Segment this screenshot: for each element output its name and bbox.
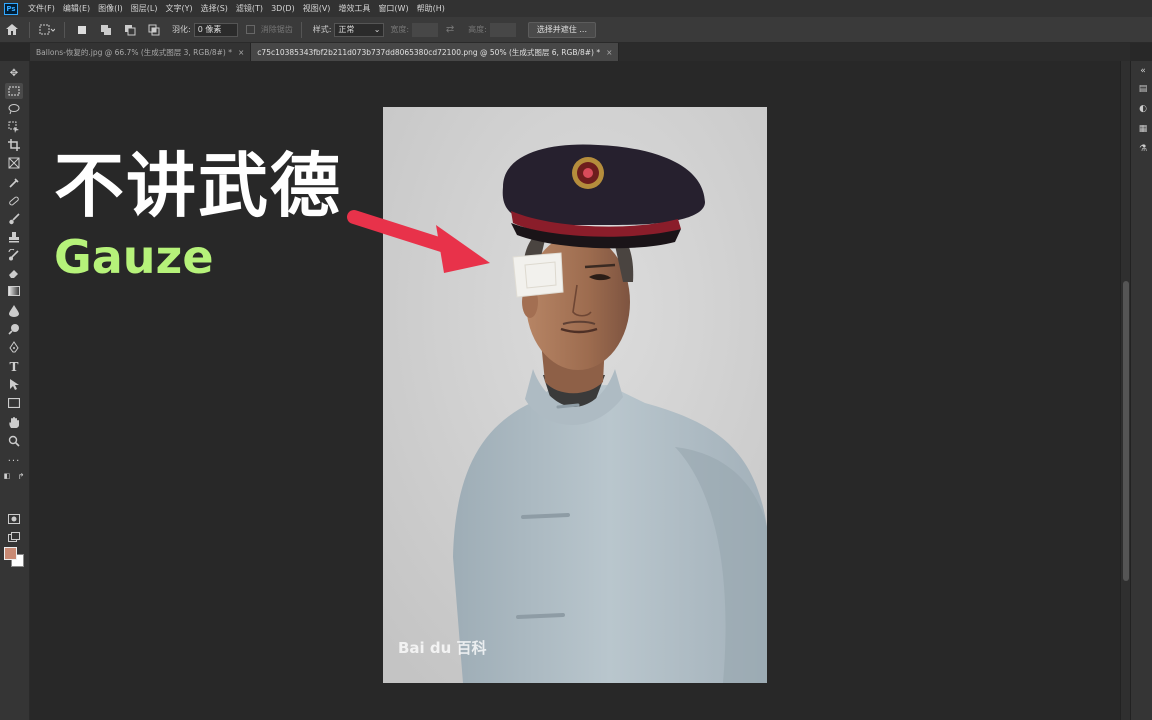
tab-document-1[interactable]: Ballons-恢复的.jpg @ 66.7% (生成式图层 3, RGB/8#…: [30, 43, 252, 61]
healing-brush-icon[interactable]: [5, 193, 23, 209]
menu-plugins[interactable]: 增效工具: [334, 3, 374, 14]
intersect-selection-icon[interactable]: [145, 21, 163, 39]
photoshop-logo-icon: Ps: [4, 2, 18, 15]
clone-stamp-icon[interactable]: [5, 229, 23, 245]
close-icon[interactable]: ×: [238, 48, 244, 57]
feather-input[interactable]: 0 像素: [193, 22, 238, 37]
crop-tool-icon[interactable]: [5, 137, 23, 153]
menu-3d[interactable]: 3D(D): [267, 4, 299, 13]
select-and-mask-button[interactable]: 选择并遮住 ...: [527, 21, 596, 38]
menu-select[interactable]: 选择(S): [197, 3, 232, 14]
rectangle-tool-icon[interactable]: [5, 395, 23, 411]
menu-window[interactable]: 窗口(W): [374, 3, 412, 14]
divider: [64, 21, 65, 38]
menu-image[interactable]: 图像(I): [94, 3, 127, 14]
eraser-icon[interactable]: [5, 265, 23, 281]
overlay-subtitle-text: Gauze: [54, 230, 214, 284]
history-brush-icon[interactable]: [5, 247, 23, 263]
home-icon[interactable]: [3, 21, 21, 39]
vertical-scrollbar[interactable]: [1120, 61, 1130, 720]
plugin-panel-icon[interactable]: ⚗: [1137, 143, 1149, 155]
options-bar: 羽化: 0 像素 消除锯齿 样式: 正常 ⌄ 宽度: ⇄ 高度: 选择并遮住 .…: [0, 17, 1152, 43]
width-label: 宽度:: [390, 25, 410, 34]
feather-label: 羽化:: [172, 25, 191, 34]
hand-tool-icon[interactable]: [5, 415, 23, 431]
tools-panel: ✥ T ··· ◧ ↱: [0, 61, 30, 720]
brush-tool-icon[interactable]: [5, 211, 23, 227]
height-label: 高度:: [468, 25, 487, 34]
menu-layer[interactable]: 图层(L): [127, 3, 162, 14]
menu-view[interactable]: 视图(V): [299, 3, 335, 14]
swap-colors-icon[interactable]: ↱: [16, 471, 26, 481]
eyedropper-icon[interactable]: [5, 175, 23, 191]
path-select-icon[interactable]: [5, 377, 23, 393]
panel-collapse-icon[interactable]: «: [1137, 65, 1149, 77]
menu-filter[interactable]: 滤镜(T): [232, 3, 267, 14]
pen-tool-icon[interactable]: [5, 339, 23, 355]
more-tools-icon[interactable]: ···: [5, 453, 23, 469]
menu-edit[interactable]: 编辑(E): [59, 3, 94, 14]
type-tool-icon[interactable]: T: [5, 359, 23, 375]
divider: [300, 21, 302, 38]
height-input[interactable]: [489, 22, 516, 37]
subtract-selection-icon[interactable]: [121, 21, 139, 39]
portrait-photo: [383, 107, 767, 683]
menu-file[interactable]: 文件(F): [24, 3, 59, 14]
foreground-color-swatch[interactable]: [4, 547, 17, 560]
move-tool-icon[interactable]: ✥: [5, 65, 23, 81]
adjustments-panel-icon[interactable]: ◐: [1137, 103, 1149, 115]
tab-label: c75c10385343fbf2b211d073b737dd8065380cd7…: [257, 47, 601, 57]
menu-bar: Ps 文件(F) 编辑(E) 图像(I) 图层(L) 文字(Y) 选择(S) 滤…: [0, 0, 1152, 17]
right-panel-dock: « ▤ ◐ ▦ ⚗: [1130, 61, 1152, 720]
document-canvas-image[interactable]: Bai du 百科: [383, 107, 767, 683]
gradient-tool-icon[interactable]: [5, 283, 23, 299]
chevron-down-icon: ⌄: [373, 25, 381, 34]
zoom-tool-icon[interactable]: [5, 433, 23, 449]
add-selection-icon[interactable]: [97, 21, 115, 39]
style-label: 样式:: [312, 25, 332, 34]
width-input[interactable]: [412, 22, 439, 37]
object-select-icon[interactable]: [5, 119, 23, 135]
marquee-tool-icon[interactable]: [5, 83, 23, 99]
document-tabs: Ballons-恢复的.jpg @ 66.7% (生成式图层 3, RGB/8#…: [30, 43, 1130, 61]
libraries-panel-icon[interactable]: ▦: [1137, 123, 1149, 135]
scrollbar-thumb[interactable]: [1123, 281, 1129, 581]
divider: [29, 21, 30, 38]
blur-tool-icon[interactable]: [5, 303, 23, 319]
dodge-tool-icon[interactable]: [5, 321, 23, 337]
frame-tool-icon[interactable]: [5, 155, 23, 171]
tab-label: Ballons-恢复的.jpg @ 66.7% (生成式图层 3, RGB/8#…: [36, 47, 232, 57]
antialias-checkbox[interactable]: [245, 25, 255, 34]
properties-panel-icon[interactable]: ▤: [1137, 83, 1149, 95]
antialias-label: 消除锯齿: [260, 25, 293, 34]
style-value: 正常: [338, 25, 355, 34]
lasso-tool-icon[interactable]: [5, 101, 23, 117]
close-icon[interactable]: ×: [606, 48, 612, 57]
screen-mode-icon[interactable]: [5, 529, 23, 545]
red-arrow-icon: [347, 210, 490, 273]
swap-dimensions-icon[interactable]: ⇄: [441, 21, 459, 39]
quick-mask-icon[interactable]: [5, 511, 23, 527]
style-select[interactable]: 正常 ⌄: [334, 22, 385, 37]
default-colors-icon[interactable]: ◧: [2, 471, 12, 481]
overlay-title-text: 不讲武德: [54, 145, 342, 227]
baidu-watermark: Bai du 百科: [398, 639, 487, 657]
new-selection-icon[interactable]: [73, 21, 91, 39]
tab-document-2[interactable]: c75c10385343fbf2b211d073b737dd8065380cd7…: [251, 43, 620, 61]
menu-type[interactable]: 文字(Y): [161, 3, 196, 14]
marquee-preset-icon[interactable]: [38, 21, 56, 39]
menu-help[interactable]: 帮助(H): [413, 3, 449, 14]
